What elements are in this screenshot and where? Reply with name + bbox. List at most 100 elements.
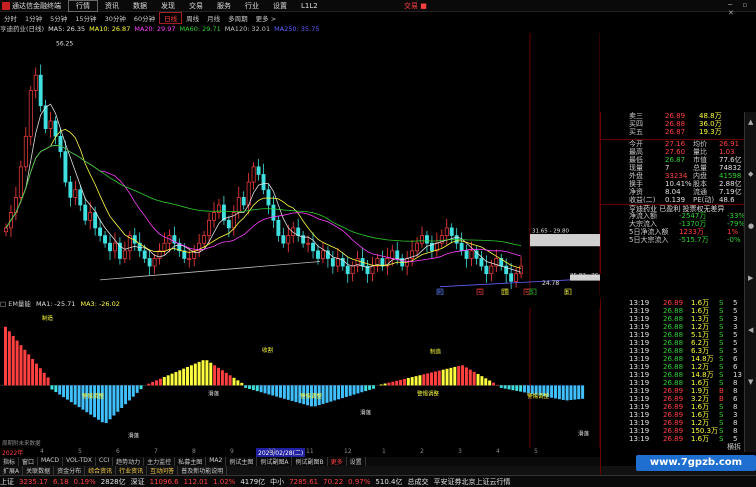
- app-logo-icon: [2, 2, 10, 10]
- indicator-tab-3[interactable]: VOL-TDX: [63, 457, 96, 466]
- menu-item-8[interactable]: L1L2: [294, 0, 325, 12]
- quote-value: 41598: [719, 172, 742, 180]
- tick-volume: 1.9万: [691, 387, 710, 395]
- tick-row: 13:19 26.88 1.2万 S 3: [601, 323, 756, 331]
- indicator-bar: [441, 369, 445, 386]
- indicator-bar: [565, 385, 569, 401]
- candle-body: [464, 250, 469, 259]
- info-tab-5[interactable]: 互动问答: [147, 466, 179, 475]
- quote-level-label: 买四: [629, 120, 643, 128]
- indicator-tab-13[interactable]: 设置: [347, 457, 366, 466]
- indicator-tab-12[interactable]: 更多: [328, 457, 347, 466]
- indicator-bar: [77, 385, 81, 408]
- menu-item-5[interactable]: 服务: [210, 0, 238, 12]
- indicator-bar: [348, 385, 352, 396]
- indicator-bar: [476, 373, 480, 386]
- indicator-tab-6[interactable]: 主力监控: [144, 457, 176, 466]
- indicator-tab-5[interactable]: 趋势动力: [113, 457, 145, 466]
- period-tab-10[interactable]: 更多 >: [252, 13, 281, 23]
- tick-row: 13:19 26.89 1.6万 S 5: [601, 299, 756, 307]
- indicator-tab-0[interactable]: 指标: [0, 457, 20, 466]
- quote-value: 7.19亿: [719, 188, 742, 196]
- candle-body: [266, 189, 271, 206]
- info-tab-3[interactable]: 综合资讯: [85, 466, 117, 475]
- indicator-chart[interactable]: 制造警惕调整收割警惕调整滑落制造警惕调整警惕调整滑落滑落滑落周期附未来数据80.…: [0, 308, 600, 448]
- quote-row: 收益(二) 0.139 PE(动) 48.6: [601, 196, 756, 204]
- indicator-tab-4[interactable]: CCI: [96, 457, 114, 466]
- kline-chart[interactable]: 56.2524.7825.82 - 2631.65 - 29.80利亏顶亏SB4…: [0, 33, 600, 295]
- scroll-icon[interactable]: ●: [748, 222, 754, 230]
- info-tab-1[interactable]: 关联数据: [23, 466, 55, 475]
- menu-item-0[interactable]: 行情: [68, 0, 98, 12]
- indicator-bar: [275, 385, 279, 397]
- period-tab-8[interactable]: 月线: [203, 13, 224, 23]
- sz-label[interactable]: 深证: [131, 477, 145, 487]
- indicator-tab-7[interactable]: 私募主图: [175, 457, 207, 466]
- sh-label[interactable]: 上证: [0, 477, 14, 487]
- tick-volume: 1.6万: [691, 403, 710, 411]
- indicator-tab-9[interactable]: 例试主图: [226, 457, 258, 466]
- indicator-tab-1[interactable]: 窗口: [19, 457, 39, 466]
- indicator-bar: [468, 369, 472, 386]
- trade-button[interactable]: 交易 ■: [404, 1, 427, 11]
- side-scrollbar[interactable]: ▲ ◆ ● ▶ ◀ ▼: [744, 112, 756, 452]
- menu-item-6[interactable]: 行业: [238, 0, 266, 12]
- indicator-bar: [151, 382, 155, 386]
- candle-body: [207, 219, 211, 236]
- scroll-icon[interactable]: ◆: [748, 170, 753, 178]
- period-tab-9[interactable]: 多周期: [224, 13, 252, 23]
- tick-volume: 6.2万: [691, 339, 710, 347]
- window-controls[interactable]: ─ ▫ ✕: [728, 1, 756, 17]
- info-tab-0[interactable]: 扩展A: [0, 466, 24, 475]
- indicator-bar: [100, 385, 104, 423]
- indicator-bar: [445, 368, 449, 386]
- indicator-bar: [31, 358, 35, 386]
- scroll-icon[interactable]: ▶: [748, 274, 753, 282]
- candle-body: [321, 250, 325, 259]
- indicator-bar: [108, 385, 112, 420]
- info-tab-2[interactable]: 资金分布: [54, 466, 86, 475]
- zx-label[interactable]: 中小: [270, 477, 284, 487]
- signal-marker-label: 亏: [478, 290, 483, 295]
- tick-volume: 3.2万: [691, 395, 710, 403]
- indicator-bar: [124, 385, 128, 405]
- quote-value: 7: [665, 164, 670, 172]
- tick-row: 13:19 26.88 14.8万 S 13: [601, 371, 756, 379]
- indicator-bar: [224, 372, 228, 386]
- tick-volume: 1.2万: [691, 419, 710, 427]
- indicator-tab-11[interactable]: 例试副图B: [292, 457, 328, 466]
- menu-item-1[interactable]: 资讯: [98, 0, 126, 12]
- period-tab-2[interactable]: 5分钟: [46, 13, 71, 23]
- candle-body: [93, 212, 98, 229]
- period-tab-1[interactable]: 1分钟: [21, 13, 46, 23]
- period-tab-0[interactable]: 分时: [0, 13, 21, 23]
- ma-legend-item: MA20: 29.97: [134, 25, 176, 33]
- indicator-bar: [523, 385, 526, 393]
- indicator-tab-8[interactable]: MA2: [206, 457, 227, 466]
- menu-item-2[interactable]: 数据: [126, 0, 154, 12]
- info-tab-4[interactable]: 行业资讯: [116, 466, 148, 475]
- period-tab-7[interactable]: 周线: [182, 13, 203, 23]
- date-mark: 4: [40, 448, 44, 455]
- scroll-icon[interactable]: ◀: [748, 326, 753, 334]
- period-tab-6[interactable]: 日线: [159, 11, 183, 24]
- menu-item-7[interactable]: 设置: [266, 0, 294, 12]
- signal-marker-label: 顶: [503, 290, 508, 295]
- indicator-bar: [193, 363, 197, 386]
- menu-item-4[interactable]: 交易: [182, 0, 210, 12]
- tick-more-button[interactable]: 横拆: [727, 443, 741, 451]
- indicator-bar: [333, 385, 337, 401]
- scroll-icon[interactable]: ▲: [748, 118, 753, 126]
- info-tab-6[interactable]: 普及新功能说明: [178, 466, 228, 475]
- scroll-icon[interactable]: ▼: [748, 378, 753, 386]
- candle-body: [251, 166, 256, 183]
- quote-label: 今开: [629, 140, 643, 148]
- tick-side: S: [719, 371, 724, 379]
- menu-item-3[interactable]: 发现: [154, 0, 182, 12]
- candle-body: [18, 166, 23, 198]
- period-tab-5[interactable]: 60分钟: [130, 13, 159, 23]
- indicator-tab-2[interactable]: MACD: [38, 457, 64, 466]
- period-tab-4[interactable]: 30分钟: [101, 13, 130, 23]
- period-tab-3[interactable]: 15分钟: [71, 13, 100, 23]
- indicator-tab-10[interactable]: 例试副图A: [257, 457, 293, 466]
